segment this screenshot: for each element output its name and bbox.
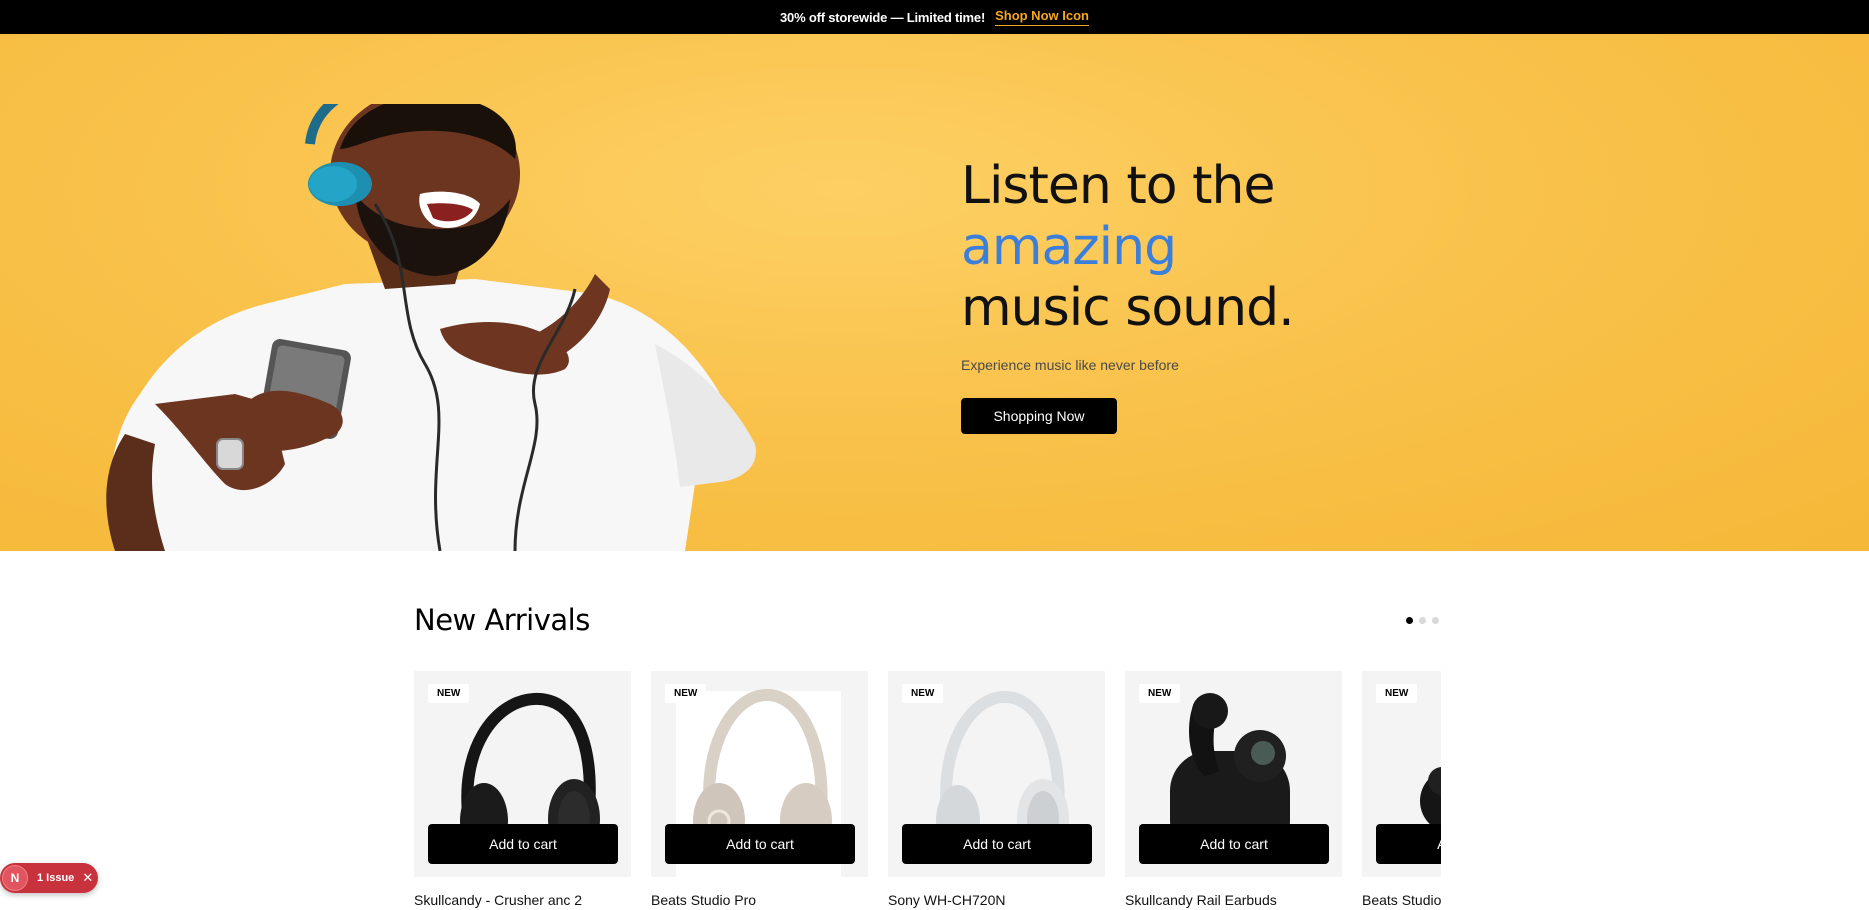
product-media[interactable]: NEW Add to cart (1362, 671, 1441, 877)
carousel-dot-2[interactable] (1419, 617, 1426, 624)
product-name[interactable]: Skullcandy Rail Earbuds (1125, 892, 1342, 908)
hero-banner: Listen to the amazing music sound. Exper… (0, 34, 1869, 551)
shop-now-link[interactable]: Shop Now Icon (995, 8, 1089, 26)
product-card[interactable]: NEW Add to cart Beats Studio Pro (651, 671, 868, 908)
hero-title-line1: Listen to the (961, 156, 1275, 216)
hero-title: Listen to the amazing music sound. (961, 156, 1295, 339)
product-name[interactable]: Skullcandy - Crusher anc 2 (414, 892, 631, 908)
add-to-cart-button[interactable]: Add to cart (428, 824, 618, 864)
product-name[interactable]: Sony WH-CH720N (888, 892, 1105, 908)
promo-text: 30% off storewide — Limited time! (780, 9, 986, 25)
product-carousel: NEW Add to cart Skullcandy - Crusher anc… (414, 671, 1441, 910)
hero-copy: Listen to the amazing music sound. Exper… (961, 156, 1295, 434)
new-badge: NEW (1139, 684, 1181, 703)
announcement-bar: 30% off storewide — Limited time! Shop N… (0, 0, 1869, 34)
carousel-pagination (1406, 617, 1439, 624)
section-title-new-arrivals: New Arrivals (414, 603, 590, 637)
add-to-cart-button[interactable]: Add to cart (1376, 824, 1441, 864)
hero-subtitle: Experience music like never before (961, 357, 1179, 373)
shopping-now-button[interactable]: Shopping Now (961, 398, 1117, 434)
product-media[interactable]: NEW Add to cart (888, 671, 1105, 877)
new-badge: NEW (902, 684, 944, 703)
hero-title-line3: music sound. (961, 278, 1295, 338)
product-media[interactable]: NEW Add to cart (414, 671, 631, 877)
carousel-dot-3[interactable] (1432, 617, 1439, 624)
close-icon[interactable]: ✕ (82, 870, 93, 886)
add-to-cart-button[interactable]: Add to cart (665, 824, 855, 864)
new-badge: NEW (665, 684, 707, 703)
new-badge: NEW (1376, 684, 1418, 703)
hero-title-accent: amazing (961, 217, 1177, 277)
product-card[interactable]: NEW Add to cart Skullcandy - Crusher anc… (414, 671, 631, 908)
add-to-cart-button[interactable]: Add to cart (902, 824, 1092, 864)
product-card[interactable]: NEW Add to cart Beats Studio (1362, 671, 1441, 908)
add-to-cart-button[interactable]: Add to cart (1139, 824, 1329, 864)
issue-count-label[interactable]: 1 Issue (37, 872, 74, 884)
product-card[interactable]: NEW Add to cart Skullcandy Rail Earbuds (1125, 671, 1342, 908)
product-media[interactable]: NEW Add to cart (1125, 671, 1342, 877)
product-media[interactable]: NEW Add to cart (651, 671, 868, 877)
carousel-dot-1[interactable] (1406, 617, 1413, 624)
product-name[interactable]: Beats Studio Pro (651, 892, 868, 908)
new-badge: NEW (428, 684, 470, 703)
issue-avatar: N (2, 865, 28, 891)
hero-image (106, 104, 756, 551)
product-card[interactable]: NEW Add to cart Sony WH-CH720N (888, 671, 1105, 908)
issues-badge[interactable]: N 1 Issue ✕ (0, 863, 98, 893)
product-name[interactable]: Beats Studio (1362, 892, 1441, 908)
